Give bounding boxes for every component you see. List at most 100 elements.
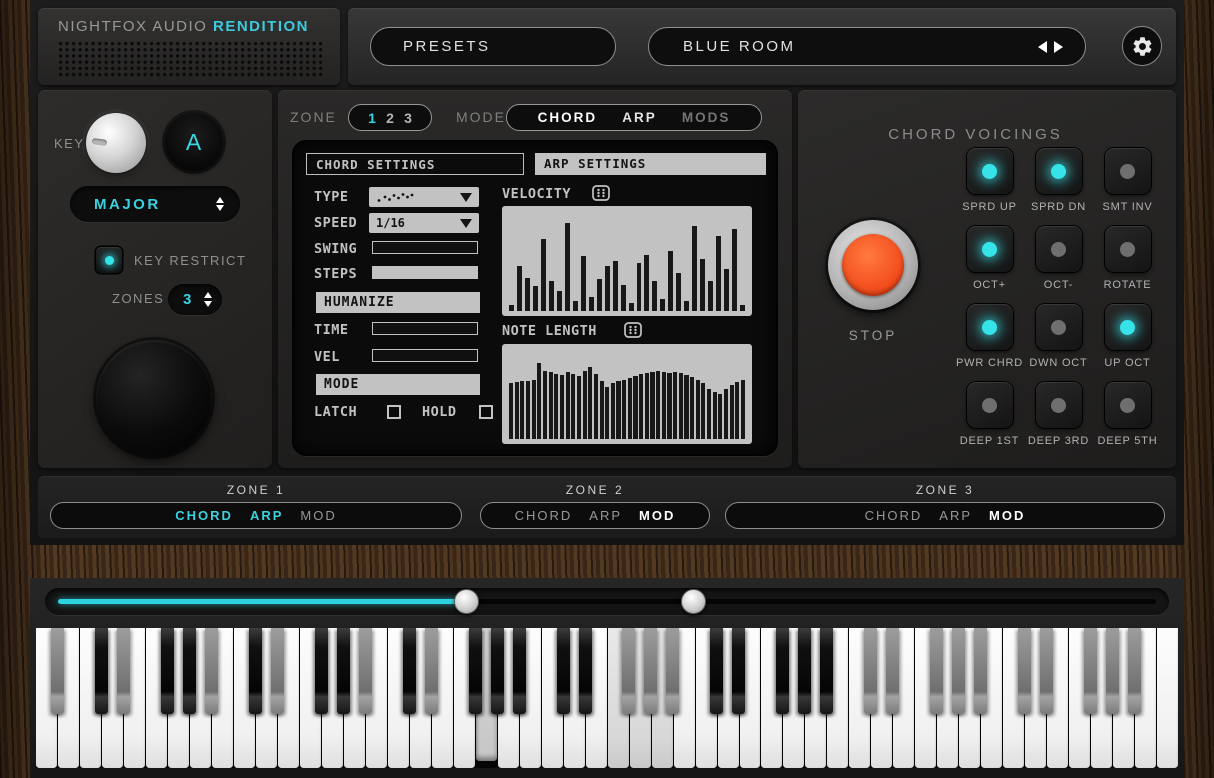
black-key-6[interactable]: [249, 628, 262, 714]
next-preset-icon[interactable]: [1054, 41, 1063, 53]
settings-button[interactable]: [1122, 26, 1162, 66]
preset-selector[interactable]: BLUE ROOM: [648, 27, 1086, 66]
chart-bar: [581, 256, 586, 311]
black-key-21[interactable]: [710, 628, 723, 714]
stop-button[interactable]: [828, 220, 918, 310]
zone-mode-mod[interactable]: MOD: [639, 508, 675, 523]
keyboard[interactable]: [36, 628, 1178, 768]
black-key-35[interactable]: [1128, 628, 1141, 714]
black-key-29[interactable]: [952, 628, 965, 714]
chart-bar: [557, 291, 562, 311]
voicing-button[interactable]: [967, 148, 1013, 194]
voicing-button[interactable]: [967, 304, 1013, 350]
black-key-14[interactable]: [491, 628, 504, 714]
zone-mode-chord[interactable]: CHORD: [175, 508, 233, 523]
zone-mode-mod[interactable]: MOD: [989, 508, 1025, 523]
zones-select[interactable]: 3: [168, 284, 222, 315]
vel-slider[interactable]: [372, 349, 478, 362]
type-dropdown[interactable]: [369, 187, 479, 207]
voicing-button[interactable]: [1036, 382, 1082, 428]
key-value-button[interactable]: A: [165, 113, 223, 171]
black-key-32[interactable]: [1040, 628, 1053, 714]
voicing-button[interactable]: [967, 226, 1013, 272]
black-key-34[interactable]: [1106, 628, 1119, 714]
black-key-16[interactable]: [557, 628, 570, 714]
black-key-0[interactable]: [51, 628, 64, 714]
range-handle-1[interactable]: [454, 589, 479, 614]
white-key-51[interactable]: [1157, 628, 1178, 768]
mode-tab-arp[interactable]: ARP: [622, 110, 657, 125]
voicing-button[interactable]: [1036, 226, 1082, 272]
tab-arp-settings[interactable]: ARP SETTINGS: [535, 153, 766, 175]
black-key-18[interactable]: [622, 628, 635, 714]
voicing-button[interactable]: [967, 382, 1013, 428]
black-key-22[interactable]: [732, 628, 745, 714]
black-key-1[interactable]: [95, 628, 108, 714]
black-key-20[interactable]: [666, 628, 679, 714]
presets-button[interactable]: PRESETS: [370, 27, 616, 66]
main-knob[interactable]: [96, 340, 212, 456]
chart-bar: [673, 372, 677, 439]
black-key-7[interactable]: [271, 628, 284, 714]
voicing-button[interactable]: [1105, 148, 1151, 194]
black-key-26[interactable]: [864, 628, 877, 714]
black-key-28[interactable]: [930, 628, 943, 714]
voicing-button[interactable]: [1105, 382, 1151, 428]
key-knob[interactable]: [86, 113, 146, 173]
hold-checkbox[interactable]: [479, 405, 493, 419]
range-handle-2[interactable]: [681, 589, 706, 614]
zone-tab-2[interactable]: 2: [386, 110, 394, 126]
voicing-button[interactable]: [1036, 304, 1082, 350]
zone-mode-arp[interactable]: ARP: [939, 508, 972, 523]
black-key-17[interactable]: [579, 628, 592, 714]
voicing-button[interactable]: [1105, 304, 1151, 350]
zone-mode-arp[interactable]: ARP: [250, 508, 283, 523]
velocity-chart[interactable]: [502, 206, 752, 316]
zone-mode-arp[interactable]: ARP: [589, 508, 622, 523]
black-key-31[interactable]: [1018, 628, 1031, 714]
tab-chord-settings[interactable]: CHORD SETTINGS: [306, 153, 524, 175]
prev-preset-icon[interactable]: [1038, 41, 1047, 53]
black-key-13[interactable]: [469, 628, 482, 714]
zone-mode-chord[interactable]: CHORD: [515, 508, 573, 523]
scale-select[interactable]: MAJOR: [70, 186, 240, 222]
time-slider[interactable]: [372, 322, 478, 335]
black-key-25[interactable]: [820, 628, 833, 714]
black-key-19[interactable]: [644, 628, 657, 714]
note-length-dice-icon[interactable]: [624, 322, 642, 338]
zone-tab-1[interactable]: 1: [368, 110, 376, 126]
zone-mode-mod[interactable]: MOD: [300, 508, 336, 523]
steps-slider[interactable]: [372, 266, 478, 279]
black-key-9[interactable]: [337, 628, 350, 714]
black-key-24[interactable]: [798, 628, 811, 714]
swing-slider[interactable]: [372, 241, 478, 254]
black-key-33[interactable]: [1084, 628, 1097, 714]
voicing-button[interactable]: [1105, 226, 1151, 272]
spinner-arrows-icon[interactable]: [204, 292, 212, 307]
chart-bar: [716, 236, 721, 311]
mode-tab-chord[interactable]: CHORD: [538, 110, 598, 125]
zone-range-slider[interactable]: [45, 588, 1169, 615]
latch-checkbox[interactable]: [387, 405, 401, 419]
zone-tab-3[interactable]: 3: [404, 110, 412, 126]
black-key-23[interactable]: [776, 628, 789, 714]
black-key-8[interactable]: [315, 628, 328, 714]
black-key-11[interactable]: [403, 628, 416, 714]
black-key-30[interactable]: [974, 628, 987, 714]
black-key-2[interactable]: [117, 628, 130, 714]
speed-dropdown[interactable]: 1/16: [369, 213, 479, 233]
black-key-15[interactable]: [513, 628, 526, 714]
voicing-button[interactable]: [1036, 148, 1082, 194]
key-restrict-toggle[interactable]: [96, 247, 122, 273]
black-key-10[interactable]: [359, 628, 372, 714]
black-key-3[interactable]: [161, 628, 174, 714]
black-key-12[interactable]: [425, 628, 438, 714]
black-key-4[interactable]: [183, 628, 196, 714]
black-key-27[interactable]: [886, 628, 899, 714]
black-key-5[interactable]: [205, 628, 218, 714]
spinner-arrows-icon[interactable]: [216, 197, 224, 212]
note-length-chart[interactable]: [502, 344, 752, 444]
velocity-dice-icon[interactable]: [592, 185, 610, 201]
mode-tab-mods[interactable]: MODS: [682, 110, 731, 125]
zone-mode-chord[interactable]: CHORD: [865, 508, 923, 523]
